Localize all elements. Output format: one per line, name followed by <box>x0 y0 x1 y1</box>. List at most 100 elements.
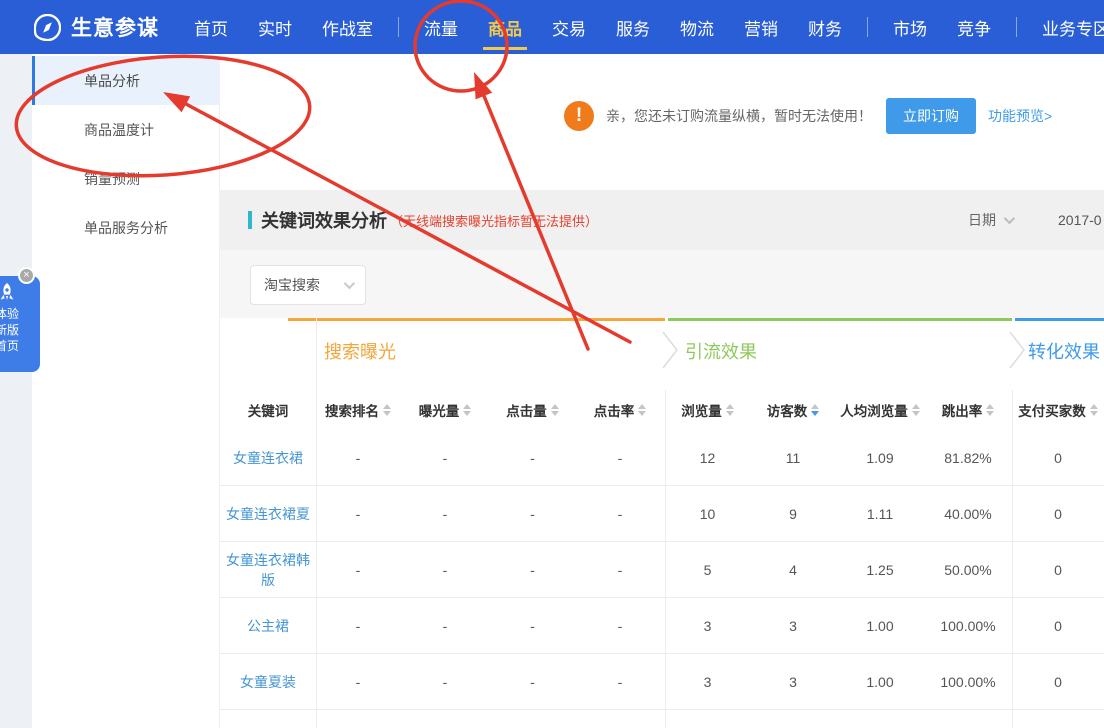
channel-dropdown[interactable]: 淘宝搜索 <box>250 265 366 305</box>
nav-item-交易[interactable]: 交易 <box>537 0 601 54</box>
cell: 40.00% <box>924 506 1012 522</box>
notice-text: 亲，您还未订购流量纵横，暂时无法使用！ <box>606 106 872 126</box>
column-header-浏览量[interactable]: 浏览量 <box>665 400 750 420</box>
nav-item-商品[interactable]: 商品 <box>473 0 537 54</box>
cell: - <box>575 450 665 466</box>
cell: - <box>400 506 490 522</box>
sidebar-item-单品服务分析[interactable]: 单品服务分析 <box>32 203 219 252</box>
section-title-text: 关键词效果分析 <box>261 207 387 233</box>
date-value: 2017-0 <box>1058 212 1104 228</box>
nav-item-作战室[interactable]: 作战室 <box>307 0 388 54</box>
column-header-曝光量[interactable]: 曝光量 <box>400 400 490 420</box>
promo-badge-new-homepage[interactable]: 体验 新版 首页 <box>0 276 40 372</box>
group-border-search-exposure <box>288 318 665 321</box>
group-border-traffic-effect <box>668 318 1012 321</box>
group-label-search-exposure: 搜索曝光 <box>324 338 396 364</box>
group-border-conversion-effect <box>1015 318 1104 321</box>
sort-icon <box>383 404 391 416</box>
column-label: 点击量 <box>506 400 547 420</box>
table-row: 女童连衣裙韩版----541.2550.00%0 <box>220 542 1104 598</box>
cell: 81.82% <box>924 450 1012 466</box>
section-note: （无线端搜索曝光指标暂无法提供） <box>390 211 598 230</box>
column-label: 人均浏览量 <box>840 400 908 420</box>
promo-close-icon[interactable]: × <box>18 267 35 284</box>
cell: - <box>400 674 490 690</box>
keyword-link-公主裙[interactable]: 公主裙 <box>220 616 316 636</box>
promo-line: 新版 <box>0 322 19 338</box>
keyword-link-女童连衣裙[interactable]: 女童连衣裙 <box>220 448 316 468</box>
cell: 100.00% <box>924 674 1012 690</box>
nav-item-流量[interactable]: 流量 <box>409 0 473 54</box>
column-label: 访客数 <box>767 400 808 420</box>
column-label: 点击率 <box>594 400 635 420</box>
date-label: 日期 <box>968 210 996 230</box>
sort-icon <box>463 404 471 416</box>
nav-item-服务[interactable]: 服务 <box>601 0 665 54</box>
cell: - <box>316 562 400 578</box>
column-label: 浏览量 <box>681 400 722 420</box>
column-header-访客数[interactable]: 访客数 <box>750 400 836 420</box>
column-label: 搜索排名 <box>325 400 379 420</box>
column-label: 跳出率 <box>942 400 983 420</box>
date-filter[interactable]: 日期 2017-0 <box>968 210 1104 230</box>
keyword-link-女童夏装[interactable]: 女童夏装 <box>220 672 316 692</box>
column-header-关键词: 关键词 <box>220 400 316 420</box>
cell: 11 <box>750 450 836 466</box>
nav-divider <box>867 17 868 37</box>
nav-item-竞争[interactable]: 竞争 <box>942 0 1006 54</box>
sort-icon <box>1090 404 1098 416</box>
table-row: 女童连衣裙----12111.0981.82%0 <box>220 430 1104 486</box>
column-label: 曝光量 <box>419 400 460 420</box>
channel-dropdown-value: 淘宝搜索 <box>264 275 320 295</box>
column-header-跳出率[interactable]: 跳出率 <box>924 400 1012 420</box>
column-header-人均浏览量[interactable]: 人均浏览量 <box>836 400 924 420</box>
feature-preview-link[interactable]: 功能预览> <box>988 106 1052 126</box>
nav-item-财务[interactable]: 财务 <box>793 0 857 54</box>
chevron-down-icon <box>344 278 355 289</box>
cell: 0 <box>1012 450 1104 466</box>
sidebar-item-单品分析[interactable]: 单品分析 <box>32 56 219 105</box>
title-accent-bar <box>248 211 252 229</box>
group-label-traffic-effect: 引流效果 <box>685 338 757 364</box>
brand[interactable]: 生意参谋 <box>0 12 159 42</box>
promo-line: 体验 <box>0 306 19 322</box>
section-header: 关键词效果分析 （无线端搜索曝光指标暂无法提供） 日期 2017-0 <box>220 190 1104 250</box>
nav-divider <box>1016 17 1017 37</box>
warning-icon: ! <box>564 101 594 131</box>
compass-logo-icon <box>34 14 61 41</box>
nav-item-营销[interactable]: 营销 <box>729 0 793 54</box>
sidebar-item-销量预测[interactable]: 销量预测 <box>32 154 219 203</box>
cell: 1.00 <box>836 618 924 634</box>
column-header-支付买家数[interactable]: 支付买家数 <box>1012 400 1104 420</box>
cell: 12 <box>665 450 750 466</box>
keyword-link-女童连衣裙韩版[interactable]: 女童连衣裙韩版 <box>220 550 316 590</box>
column-header-搜索排名[interactable]: 搜索排名 <box>316 400 400 420</box>
order-now-button[interactable]: 立即订购 <box>886 98 976 134</box>
cell: - <box>490 618 575 634</box>
cell: - <box>575 618 665 634</box>
cell: 9 <box>750 506 836 522</box>
keyword-link-女童连衣裙夏[interactable]: 女童连衣裙夏 <box>220 504 316 524</box>
nav-item-实时[interactable]: 实时 <box>243 0 307 54</box>
nav-item-市场[interactable]: 市场 <box>878 0 942 54</box>
cell: - <box>400 450 490 466</box>
cell: - <box>490 562 575 578</box>
sort-icon <box>811 404 819 416</box>
cell: 10 <box>665 506 750 522</box>
column-label: 关键词 <box>248 400 289 420</box>
sidebar: 单品分析商品温度计销量预测单品服务分析 <box>32 54 220 728</box>
column-header-点击量[interactable]: 点击量 <box>490 400 575 420</box>
cell: - <box>490 674 575 690</box>
cell: - <box>316 450 400 466</box>
left-rail <box>0 54 32 728</box>
sort-icon <box>726 404 734 416</box>
column-header-点击率[interactable]: 点击率 <box>575 400 665 420</box>
cell: 5 <box>665 562 750 578</box>
main-content: ! 亲，您还未订购流量纵横，暂时无法使用！ 立即订购 功能预览> 关键词效果分析… <box>220 54 1104 728</box>
nav-item-业务专区[interactable]: 业务专区 <box>1027 0 1104 54</box>
sidebar-item-商品温度计[interactable]: 商品温度计 <box>32 105 219 154</box>
nav-item-物流[interactable]: 物流 <box>665 0 729 54</box>
cell: 1.25 <box>836 562 924 578</box>
nav-item-首页[interactable]: 首页 <box>179 0 243 54</box>
cell: - <box>316 506 400 522</box>
